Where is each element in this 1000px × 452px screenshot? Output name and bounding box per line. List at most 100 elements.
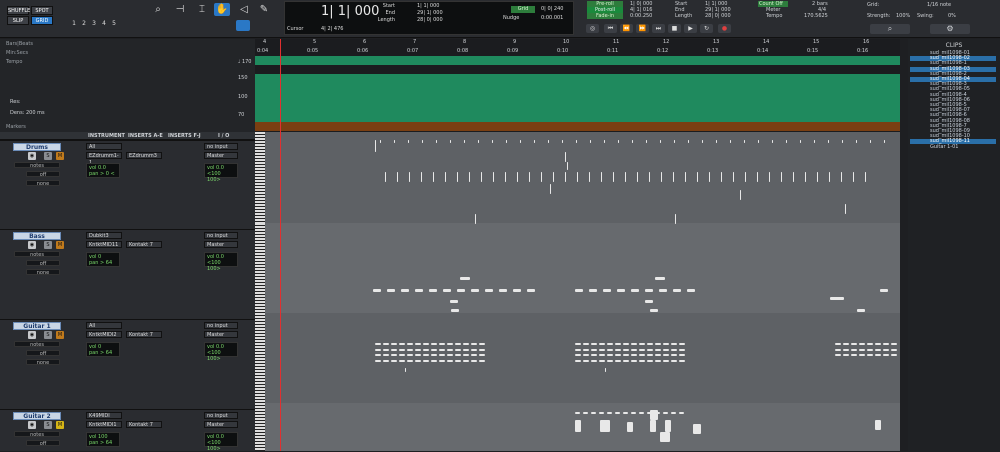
- midi-note[interactable]: [632, 140, 633, 143]
- solo-button[interactable]: S: [44, 331, 52, 339]
- midi-note[interactable]: [439, 349, 445, 351]
- midi-note[interactable]: [663, 349, 669, 351]
- midi-note[interactable]: [615, 360, 621, 362]
- shuffle-mode-button[interactable]: SHUFFLE: [7, 6, 30, 15]
- insert-slot[interactable]: EZdrumm3: [126, 152, 162, 159]
- midi-note[interactable]: [447, 354, 453, 356]
- midi-note[interactable]: [455, 343, 461, 345]
- midi-note[interactable]: [828, 140, 829, 143]
- midi-note[interactable]: [447, 343, 453, 345]
- midi-note[interactable]: [455, 354, 461, 356]
- midi-note[interactable]: [399, 349, 405, 351]
- midi-note[interactable]: [431, 343, 437, 345]
- slip-mode-button[interactable]: SLIP: [7, 16, 29, 25]
- midi-note[interactable]: [856, 140, 857, 143]
- midi-note[interactable]: [875, 343, 881, 345]
- midi-note[interactable]: [471, 360, 477, 362]
- bars-beats-ruler[interactable]: 4 5 6 7 8 9 10 11 12 13 14 15 16: [255, 39, 900, 47]
- fadein-label[interactable]: Fade-in: [587, 13, 623, 19]
- midi-note[interactable]: [457, 172, 458, 182]
- midi-note[interactable]: [631, 343, 637, 345]
- loop-icon[interactable]: ↻: [700, 24, 713, 33]
- midi-note[interactable]: [443, 289, 451, 292]
- midi-note[interactable]: [431, 354, 437, 356]
- instrument-vol-pan[interactable]: vol 0 pan > 64: [86, 252, 120, 267]
- midi-note[interactable]: [565, 172, 566, 182]
- midi-note[interactable]: [867, 354, 873, 356]
- grid-toggle-button[interactable]: Grid: [511, 6, 535, 13]
- midi-note[interactable]: [481, 172, 482, 182]
- midi-note[interactable]: [623, 412, 628, 414]
- length-value[interactable]: 28| 0| 000: [417, 17, 443, 23]
- midi-note[interactable]: [673, 172, 674, 182]
- midi-note[interactable]: [769, 172, 770, 182]
- midi-note[interactable]: [605, 368, 606, 372]
- midi-note[interactable]: [391, 343, 397, 345]
- midi-note[interactable]: [647, 343, 653, 345]
- midi-note[interactable]: [647, 360, 653, 362]
- midi-note[interactable]: [853, 172, 854, 182]
- midi-note[interactable]: [479, 343, 485, 345]
- input-selector[interactable]: no input: [204, 412, 238, 419]
- midi-note[interactable]: [394, 140, 395, 143]
- midi-note[interactable]: [375, 354, 381, 356]
- midi-note[interactable]: [655, 349, 661, 351]
- midi-note[interactable]: [688, 140, 689, 143]
- midi-note[interactable]: [679, 343, 685, 345]
- midi-note[interactable]: [575, 360, 581, 362]
- midi-note[interactable]: [439, 360, 445, 362]
- midi-note[interactable]: [423, 349, 429, 351]
- midi-note[interactable]: [631, 360, 637, 362]
- midi-note[interactable]: [647, 349, 653, 351]
- midi-note[interactable]: [463, 354, 469, 356]
- input-selector[interactable]: no input: [204, 232, 238, 239]
- grabber-tool-icon[interactable]: ✋: [214, 3, 230, 16]
- midi-note[interactable]: [883, 343, 889, 345]
- midi-note[interactable]: [591, 349, 597, 351]
- midi-note[interactable]: [383, 343, 389, 345]
- midi-note[interactable]: [607, 343, 613, 345]
- grid-value[interactable]: 0| 0| 240: [541, 6, 563, 12]
- midi-note[interactable]: [875, 349, 881, 351]
- zoom-preset-1[interactable]: 1: [70, 20, 78, 28]
- midi-note[interactable]: [627, 422, 633, 432]
- midi-note[interactable]: [716, 140, 717, 143]
- group-selector[interactable]: none: [26, 359, 60, 366]
- midi-note[interactable]: [655, 354, 661, 356]
- midi-note[interactable]: [617, 289, 625, 292]
- midi-note[interactable]: [583, 360, 589, 362]
- midi-note[interactable]: [647, 354, 653, 356]
- midi-note[interactable]: [548, 140, 549, 143]
- mute-button[interactable]: M: [56, 152, 64, 160]
- midi-note[interactable]: [875, 354, 881, 356]
- midi-note[interactable]: [639, 343, 645, 345]
- midi-note[interactable]: [447, 349, 453, 351]
- midi-note[interactable]: [485, 289, 493, 292]
- output-vol-pan[interactable]: vol 0.0 <100 100>: [204, 163, 238, 183]
- solo-button[interactable]: S: [44, 152, 52, 160]
- midi-note[interactable]: [599, 349, 605, 351]
- midi-note[interactable]: [607, 412, 612, 414]
- midi-note[interactable]: [631, 412, 636, 414]
- output-vol-pan[interactable]: vol 0.0 <100 100>: [204, 252, 238, 272]
- midi-note[interactable]: [575, 289, 583, 292]
- solo-button[interactable]: S: [44, 421, 52, 429]
- track-name[interactable]: Bass: [13, 232, 61, 240]
- midi-note[interactable]: [891, 343, 897, 345]
- group-selector[interactable]: none: [26, 180, 60, 187]
- midi-note[interactable]: [674, 140, 675, 143]
- midi-note[interactable]: [859, 343, 865, 345]
- input-selector[interactable]: no input: [204, 322, 238, 329]
- midi-note[interactable]: [883, 349, 889, 351]
- midi-note[interactable]: [884, 140, 885, 143]
- midi-note[interactable]: [505, 172, 506, 182]
- midi-note[interactable]: [615, 343, 621, 345]
- track-name[interactable]: Drums: [13, 143, 61, 151]
- automation-mode-selector[interactable]: off: [26, 171, 60, 178]
- output-selector[interactable]: Master: [204, 331, 238, 338]
- midi-note[interactable]: [891, 349, 897, 351]
- midi-note[interactable]: [599, 360, 605, 362]
- midi-note[interactable]: [375, 343, 381, 345]
- midi-note[interactable]: [841, 172, 842, 182]
- midi-note[interactable]: [679, 360, 685, 362]
